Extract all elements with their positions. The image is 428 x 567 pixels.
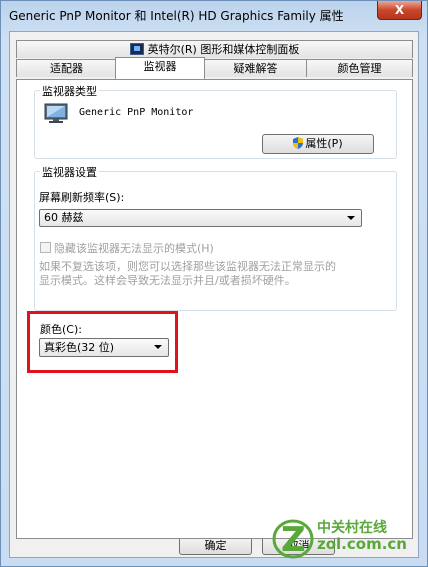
- uac-shield-icon: [293, 137, 304, 149]
- title-bar[interactable]: Generic PnP Monitor 和 Intel(R) HD Graphi…: [1, 1, 427, 29]
- tab-troubleshoot[interactable]: 疑难解答: [203, 59, 308, 77]
- tab-adapter[interactable]: 适配器: [16, 59, 117, 77]
- zol-brand-url: zol.com.cn: [317, 535, 407, 553]
- tab-adapter-label: 适配器: [50, 62, 83, 75]
- tab-intel-graphics[interactable]: 英特尔(R) 图形和媒体控制面板: [16, 40, 413, 58]
- zol-brand-cn: 中关村在线: [317, 520, 387, 536]
- refresh-rate-select[interactable]: 60 赫兹: [39, 209, 362, 227]
- tab-troubleshoot-label: 疑难解答: [233, 62, 278, 75]
- tab-color-management[interactable]: 颜色管理: [306, 59, 413, 77]
- tab-intel-graphics-label: 英特尔(R) 图形和媒体控制面板: [147, 43, 300, 56]
- tab-monitor[interactable]: 监视器: [115, 57, 205, 79]
- chevron-down-icon: [347, 216, 355, 220]
- monitor-tab-panel: 监视器类型 Generic PnP Monitor 属性(P) 监视器设置 屏幕…: [16, 79, 413, 539]
- refresh-rate-label: 屏幕刷新频率(S):: [39, 191, 125, 204]
- description-line-2: 显示模式。这样会导致无法显示并且/或者损坏硬件。: [39, 274, 296, 287]
- monitor-type-group: 监视器类型 Generic PnP Monitor 属性(P): [34, 83, 397, 159]
- close-icon: X: [394, 3, 405, 17]
- close-button[interactable]: X: [377, 1, 422, 20]
- monitor-icon: [44, 103, 68, 123]
- monitor-name: Generic PnP Monitor: [79, 107, 194, 118]
- monitor-settings-group-title: 监视器设置: [40, 164, 99, 180]
- hide-modes-label: 隐藏该监视器无法显示的模式(H): [54, 242, 214, 255]
- refresh-rate-value: 60 赫兹: [44, 211, 84, 224]
- zol-logo-letter: Z: [281, 520, 306, 560]
- color-highlight-annotation: [27, 311, 178, 373]
- window-title: Generic PnP Monitor 和 Intel(R) HD Graphi…: [9, 9, 344, 23]
- tab-color-management-label: 颜色管理: [337, 62, 382, 75]
- tab-monitor-label: 监视器: [143, 60, 177, 73]
- properties-button[interactable]: 属性(P): [262, 134, 374, 154]
- ok-button-label: 确定: [204, 539, 227, 552]
- intel-graphics-icon: [129, 43, 144, 55]
- monitor-settings-group: 监视器设置 屏幕刷新频率(S): 60 赫兹 隐藏该监视器无法显示的模式(H) …: [34, 164, 397, 311]
- properties-window: Generic PnP Monitor 和 Intel(R) HD Graphi…: [0, 0, 428, 567]
- monitor-type-group-title: 监视器类型: [40, 83, 99, 99]
- dialog-client-area: 英特尔(R) 图形和媒体控制面板 适配器 监视器 疑难解答 颜色管理 监视器类型: [9, 31, 419, 558]
- properties-button-label: 属性(P): [305, 137, 343, 150]
- hide-modes-checkbox[interactable]: [40, 242, 51, 253]
